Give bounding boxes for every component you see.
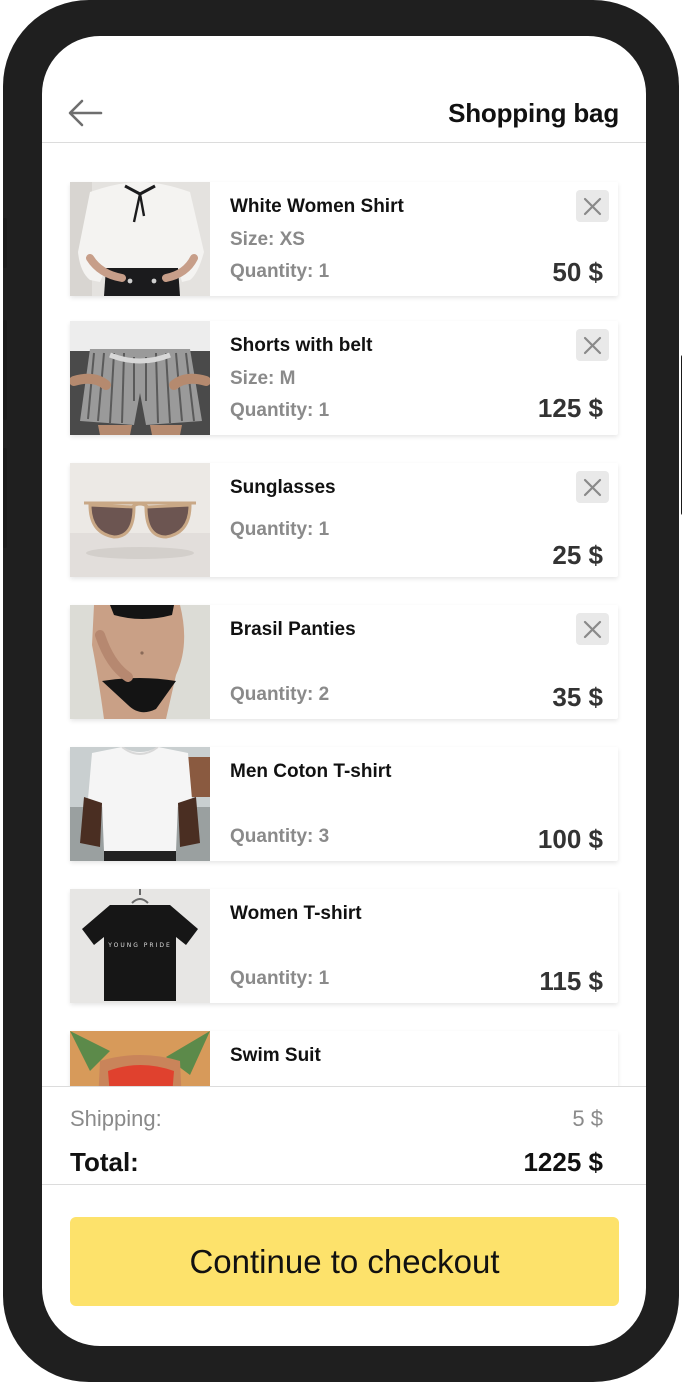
item-quantity: Quantity: 2 — [230, 684, 330, 705]
mute-switch — [3, 218, 7, 268]
checkout-button[interactable]: Continue to checkout — [70, 1217, 619, 1306]
back-button[interactable] — [66, 94, 104, 132]
item-name: Brasil Panties — [230, 619, 356, 640]
item-price: 35 $ — [552, 682, 603, 712]
remove-item-button[interactable] — [576, 613, 609, 645]
svg-text:YOUNG PRIDE: YOUNG PRIDE — [107, 942, 171, 949]
arrow-left-icon — [68, 99, 103, 127]
product-image — [70, 182, 210, 296]
item-price: 100 $ — [537, 824, 603, 854]
product-image — [70, 605, 210, 719]
product-image — [70, 463, 210, 577]
total-value: 1225 $ — [523, 1147, 603, 1177]
item-name: Swim Suit — [230, 1045, 321, 1066]
page-title: Shopping bag — [448, 98, 619, 128]
item-price: 25 $ — [552, 540, 603, 570]
screen: Shopping bag White Women Shirt Size: XS … — [42, 36, 646, 1346]
remove-item-button[interactable] — [576, 329, 609, 361]
cart-item[interactable]: White Women Shirt Size: XS Quantity: 1 5… — [70, 182, 618, 296]
cart-item[interactable]: Swim Suit — [70, 1031, 618, 1086]
product-image — [70, 747, 210, 861]
cart-item[interactable]: Sunglasses Quantity: 1 25 $ — [70, 463, 618, 577]
phone-frame: Shopping bag White Women Shirt Size: XS … — [3, 0, 682, 1382]
total-label: Total: — [70, 1147, 139, 1177]
cart-item[interactable]: Men Coton T-shirt Quantity: 3 100 $ — [70, 747, 618, 861]
shipping-label: Shipping: — [70, 1106, 162, 1131]
shipping-value: 5 $ — [572, 1106, 603, 1131]
close-icon — [583, 620, 602, 639]
item-quantity: Quantity: 1 — [230, 519, 330, 540]
close-icon — [583, 197, 602, 216]
item-quantity: Quantity: 1 — [230, 261, 330, 282]
item-name: Sunglasses — [230, 477, 336, 498]
item-price: 115 $ — [539, 966, 603, 996]
item-name: Shorts with belt — [230, 335, 373, 356]
cart-item[interactable]: Shorts with belt Size: M Quantity: 1 125… — [70, 321, 618, 435]
cart-item[interactable]: Brasil Panties Quantity: 2 35 $ — [70, 605, 618, 719]
cart-item[interactable]: YOUNG PRIDE Women T-shirt Quantity: 1 11… — [70, 889, 618, 1003]
product-image — [70, 321, 210, 435]
remove-item-button[interactable] — [576, 190, 609, 222]
app-header: Shopping bag — [42, 36, 646, 143]
item-price: 50 $ — [552, 257, 603, 287]
product-image: YOUNG PRIDE — [70, 889, 210, 1003]
volume-down-button — [3, 448, 7, 548]
item-name: Women T-shirt — [230, 903, 362, 924]
item-quantity: Quantity: 1 — [230, 968, 330, 989]
item-quantity: Quantity: 1 — [230, 400, 330, 421]
item-size: Size: XS — [230, 229, 305, 250]
item-name: Men Coton T-shirt — [230, 761, 392, 782]
item-price: 125 $ — [537, 393, 603, 423]
cart-list[interactable]: White Women Shirt Size: XS Quantity: 1 5… — [42, 144, 646, 1086]
close-icon — [583, 336, 602, 355]
product-image — [70, 1031, 210, 1086]
item-name: White Women Shirt — [230, 196, 404, 217]
item-size: Size: M — [230, 368, 296, 389]
item-quantity: Quantity: 3 — [230, 826, 330, 847]
order-summary: Shipping: 5 $ Total: 1225 $ — [42, 1086, 646, 1185]
volume-up-button — [3, 320, 7, 420]
remove-item-button[interactable] — [576, 471, 609, 503]
close-icon — [583, 478, 602, 497]
